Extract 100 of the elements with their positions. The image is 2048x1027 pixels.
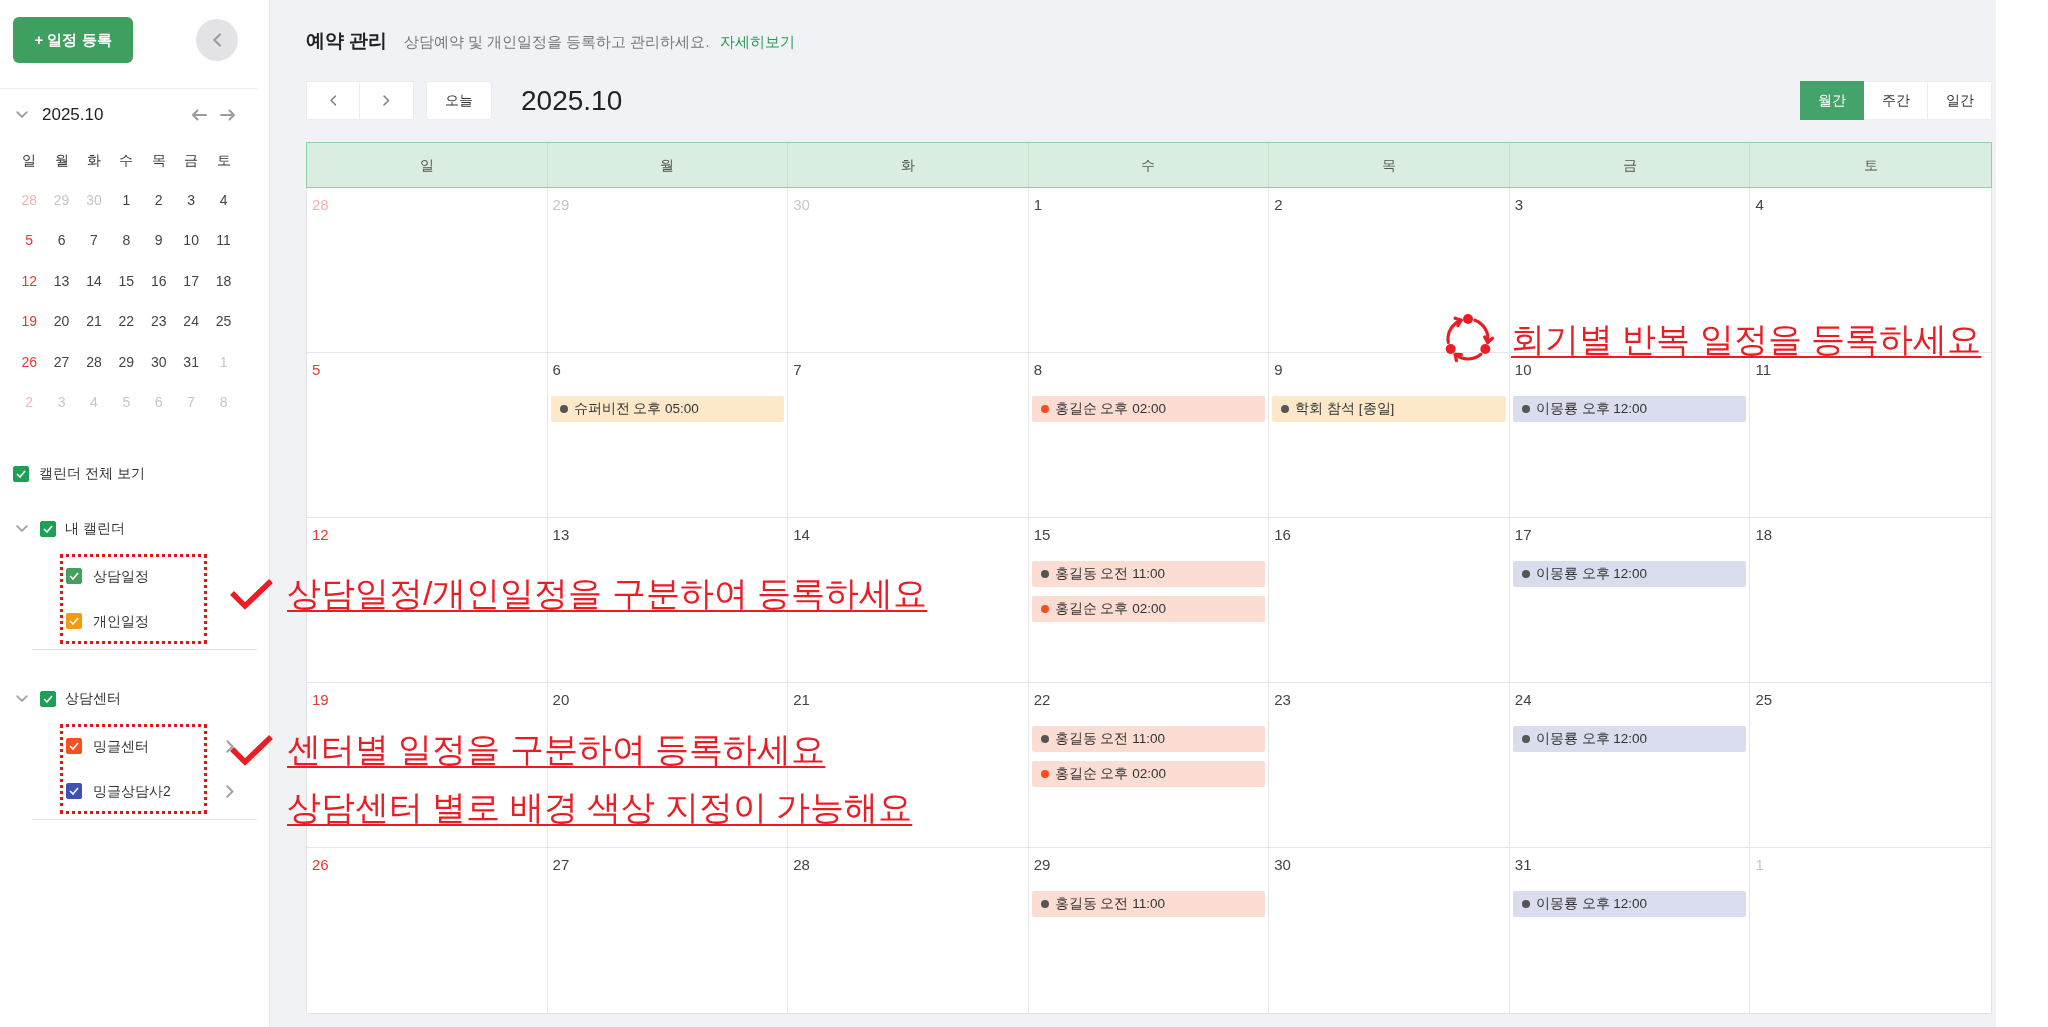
day-number[interactable]: 17 (183, 270, 199, 292)
date-number: 9 (1274, 360, 1283, 380)
checkbox[interactable] (40, 520, 56, 537)
event-chip[interactable]: 이몽룡 오후 12:00 (1512, 726, 1747, 752)
calendar-label: 개인일정 (93, 611, 149, 631)
day-number[interactable]: 15 (118, 270, 135, 292)
weekday-label: 금 (184, 150, 199, 170)
chevron-down-icon[interactable] (16, 695, 28, 703)
date-number: 18 (1755, 525, 1773, 545)
weekday-header: 수 (1141, 155, 1156, 175)
day-number[interactable]: 11 (216, 230, 231, 252)
day-number[interactable]: 31 (183, 351, 199, 373)
weekday-header: 월 (660, 155, 675, 175)
day-number[interactable]: 10 (183, 230, 199, 252)
event-chip[interactable]: 홍길동 오전 11:00 (1031, 891, 1266, 917)
day-number[interactable]: 2 (154, 190, 163, 212)
weekday-header: 일 (419, 155, 434, 175)
day-number[interactable]: 22 (118, 311, 135, 333)
weekday-header: 토 (1863, 155, 1878, 175)
weekday-label: 수 (119, 150, 134, 170)
date-number: 20 (552, 690, 570, 710)
date-number: 5 (312, 360, 321, 380)
date-number: 26 (312, 855, 329, 875)
checkbox[interactable] (40, 690, 56, 707)
arrow-right-icon[interactable] (220, 109, 236, 121)
checkbox[interactable] (66, 783, 82, 800)
event-chip[interactable]: 학회 참석 [종일] (1272, 396, 1506, 422)
chevron-down-icon[interactable] (16, 111, 28, 119)
day-number[interactable]: 19 (21, 311, 37, 333)
chevron-right-icon[interactable] (226, 739, 234, 753)
view-tab[interactable]: 주간 (1864, 81, 1928, 120)
day-number[interactable]: 29 (118, 351, 135, 373)
event-chip[interactable]: 슈퍼비전 오후 05:00 (550, 396, 785, 422)
event-chip[interactable]: 이몽룡 오후 12:00 (1512, 396, 1747, 422)
page-description: 상담예약 및 개인일정을 등록하고 관리하세요. (404, 33, 710, 52)
day-number[interactable]: 23 (150, 311, 167, 333)
checkbox[interactable] (13, 465, 29, 482)
day-number[interactable]: 5 (25, 230, 34, 252)
day-number[interactable]: 18 (215, 270, 232, 292)
date-number: 11 (1755, 360, 1771, 380)
date-number: 15 (1033, 525, 1051, 545)
day-number[interactable]: 25 (215, 311, 232, 333)
date-number: 31 (1514, 855, 1532, 875)
date-number: 7 (793, 360, 802, 380)
date-number: 24 (1514, 690, 1532, 710)
date-number: 29 (552, 195, 570, 215)
date-number: 1 (1033, 195, 1043, 215)
day-number[interactable]: 27 (53, 351, 70, 373)
day-number[interactable]: 1 (122, 190, 131, 212)
event-chip[interactable]: 홍길순 오후 02:00 (1031, 596, 1266, 622)
date-number: 23 (1274, 690, 1291, 710)
day-number[interactable]: 3 (187, 190, 196, 212)
chevron-right-icon[interactable] (226, 784, 234, 798)
day-number[interactable]: 14 (86, 270, 102, 292)
page-title: 예약 관리 (306, 29, 388, 53)
day-number[interactable]: 9 (154, 230, 163, 252)
day-number[interactable]: 13 (53, 270, 70, 292)
event-chip[interactable]: 홍길동 오전 11:00 (1031, 726, 1266, 752)
period-title: 2025.10 (521, 83, 623, 118)
today-button[interactable]: 오늘 (426, 81, 492, 120)
checkmark-icon (229, 734, 274, 766)
day-number[interactable]: 24 (183, 311, 199, 333)
check-icon (69, 572, 79, 581)
checkbox[interactable] (66, 738, 82, 755)
event-chip[interactable]: 홍길순 오후 02:00 (1031, 396, 1266, 422)
annotation-text: 상담일정/개인일정을 구분하여 등록하세요 (287, 573, 928, 613)
date-number: 19 (312, 690, 329, 710)
view-tab[interactable]: 일간 (1928, 81, 1992, 120)
event-chip[interactable]: 이몽룡 오후 12:00 (1512, 891, 1747, 917)
day-number[interactable]: 28 (86, 351, 102, 373)
weekday-header: 화 (900, 155, 915, 175)
day-number[interactable]: 30 (150, 351, 167, 373)
day-number[interactable]: 16 (150, 270, 167, 292)
chevron-right-icon[interactable] (383, 95, 390, 106)
arrow-left-icon[interactable] (191, 109, 207, 121)
event-chip[interactable]: 홍길동 오전 11:00 (1031, 561, 1266, 587)
event-chip[interactable]: 홍길순 오후 02:00 (1031, 761, 1266, 787)
date-number: 16 (1274, 525, 1291, 545)
check-icon (43, 694, 53, 703)
day-number[interactable]: 12 (21, 270, 37, 292)
checkbox[interactable] (66, 568, 82, 585)
checkmark-icon (229, 578, 274, 610)
day-number[interactable]: 26 (21, 351, 37, 373)
event-chip[interactable]: 이몽룡 오후 12:00 (1512, 561, 1747, 587)
chevron-left-icon[interactable] (329, 95, 337, 106)
date-number: 1 (1755, 855, 1764, 875)
day-number[interactable]: 8 (122, 230, 131, 252)
day-number[interactable]: 20 (53, 311, 70, 333)
day-number[interactable]: 7 (90, 230, 98, 252)
weekday-label: 월 (54, 150, 69, 170)
checkbox[interactable] (66, 613, 82, 630)
day-number[interactable]: 6 (57, 230, 66, 252)
chevron-down-icon[interactable] (16, 525, 28, 533)
annotation-text: 상담센터 별로 배경 색상 지정이 가능해요 (287, 787, 913, 827)
weekday-label: 일 (22, 150, 37, 170)
collapse-button[interactable] (196, 19, 238, 61)
day-number[interactable]: 21 (86, 311, 102, 333)
chevron-left-icon[interactable] (212, 33, 222, 47)
day-number[interactable]: 4 (219, 190, 228, 212)
date-number: 17 (1514, 525, 1532, 545)
